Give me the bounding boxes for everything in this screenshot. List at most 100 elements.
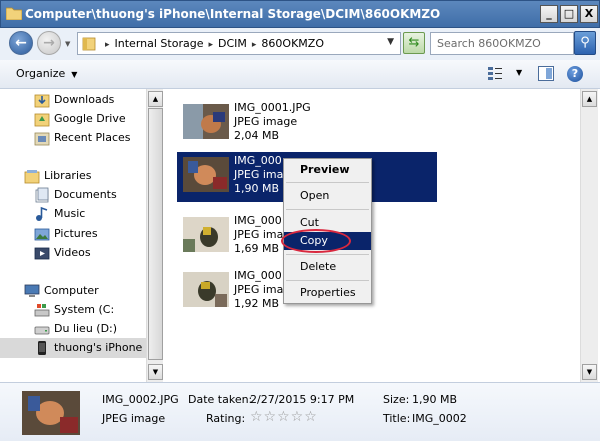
- nav-item-du-lieu-d[interactable]: Du lieu (D:): [0, 319, 146, 339]
- videos-icon: [34, 247, 50, 260]
- nav-item-libraries[interactable]: Libraries: [0, 166, 146, 186]
- pictures-icon: [34, 228, 50, 241]
- downloads-icon: [34, 94, 50, 108]
- breadcrumb-internal-storage[interactable]: Internal Storage: [115, 37, 204, 50]
- nav-item-system-c[interactable]: System (C:: [0, 300, 146, 320]
- nav-label: Recent Places: [54, 131, 131, 144]
- details-title-label: Title:: [383, 412, 411, 425]
- file-size: 2,04 MB: [234, 129, 280, 142]
- computer-icon: [24, 284, 40, 297]
- scroll-down-icon[interactable]: ▼: [148, 364, 163, 380]
- details-title-value[interactable]: IMG_0002: [412, 412, 467, 425]
- file-size: 1,69 MB: [234, 242, 280, 255]
- menu-item-preview[interactable]: Preview: [284, 161, 371, 179]
- back-button[interactable]: ←: [9, 31, 33, 55]
- details-size-value: 1,90 MB: [412, 393, 458, 406]
- nav-label: Google Drive: [54, 112, 126, 125]
- breadcrumb-dcim[interactable]: DCIM: [218, 37, 247, 50]
- back-arrow-icon: ←: [15, 35, 27, 51]
- forward-button[interactable]: →: [37, 31, 61, 55]
- navigation-scrollbar[interactable]: ▲ ▼: [146, 89, 163, 382]
- file-type: JPEG image: [234, 115, 298, 128]
- selection-highlight: [372, 152, 429, 202]
- file-type: JPEG imag: [234, 283, 291, 296]
- drive-c-icon: [34, 304, 50, 317]
- rating-stars-icon[interactable]: ☆☆☆☆☆: [250, 409, 318, 425]
- close-button[interactable]: X: [580, 5, 598, 23]
- folder-icon: [82, 37, 96, 51]
- nav-label: Du lieu (D:): [54, 322, 118, 335]
- nav-item-thuongs-iphone[interactable]: thuong's iPhone: [0, 338, 146, 358]
- scrollbar-thumb[interactable]: [148, 108, 163, 360]
- refresh-icon: ⇆: [408, 35, 420, 50]
- nav-label: System (C:: [54, 303, 115, 316]
- recent-pages-dropdown-icon[interactable]: ▼: [65, 40, 70, 48]
- details-rating-label: Rating:: [206, 412, 246, 425]
- address-row: ← → ▼ ▸ Internal Storage ▸ DCIM ▸ 860OKMZO ▼ …: [0, 28, 600, 60]
- breadcrumb-separator-icon[interactable]: ▸: [252, 40, 257, 50]
- preview-pane-button[interactable]: [538, 66, 554, 81]
- menu-item-delete[interactable]: Delete: [284, 258, 371, 276]
- image-thumbnail: [183, 157, 229, 192]
- details-pane: IMG_0002.JPG JPEG image Date taken: 2/27…: [0, 382, 600, 441]
- nav-label: Videos: [54, 246, 91, 259]
- search-button[interactable]: ⚲: [574, 31, 596, 55]
- breadcrumb-separator-icon[interactable]: ▸: [105, 40, 110, 50]
- scroll-up-icon[interactable]: ▲: [582, 91, 597, 107]
- nav-label: Libraries: [44, 169, 92, 182]
- minimize-button[interactable]: _: [540, 5, 558, 23]
- file-type: JPEG imag: [234, 168, 291, 181]
- details-filetype: JPEG image: [102, 412, 166, 425]
- music-icon: [36, 206, 48, 221]
- nav-item-recent-places[interactable]: Recent Places: [0, 128, 146, 148]
- nav-label: Downloads: [54, 93, 115, 106]
- file-name: IMG_000: [234, 214, 282, 227]
- nav-item-documents[interactable]: Documents: [0, 185, 146, 205]
- image-thumbnail: [183, 272, 229, 307]
- scroll-up-icon[interactable]: ▲: [148, 91, 163, 107]
- view-options-dropdown-icon[interactable]: ▼: [516, 68, 522, 77]
- organize-button[interactable]: Organize ▼: [16, 67, 77, 80]
- scroll-down-icon[interactable]: ▼: [582, 364, 597, 380]
- nav-item-downloads[interactable]: Downloads: [0, 90, 146, 110]
- breadcrumb: ▸ Internal Storage ▸ DCIM ▸ 860OKMZO: [100, 37, 324, 50]
- organize-label: Organize: [16, 67, 66, 80]
- breadcrumb-separator-icon[interactable]: ▸: [208, 40, 213, 50]
- file-item[interactable]: IMG_0001.JPG JPEG image 2,04 MB: [177, 99, 437, 149]
- search-input[interactable]: Search 860OKMZO: [430, 32, 574, 55]
- nav-item-computer[interactable]: Computer: [0, 281, 146, 301]
- file-size: 1,92 MB: [234, 297, 280, 310]
- title-bar: Computer\thuong's iPhone\Internal Storag…: [0, 0, 600, 28]
- file-list: IMG_0001.JPG JPEG image 2,04 MB IMG_000 …: [165, 89, 580, 382]
- details-size-label: Size:: [383, 393, 410, 406]
- chevron-down-icon: ▼: [71, 70, 78, 79]
- nav-item-videos[interactable]: Videos: [0, 243, 146, 263]
- menu-divider: [286, 182, 369, 183]
- menu-item-open[interactable]: Open: [284, 187, 371, 205]
- details-date-label: Date taken:: [188, 393, 253, 406]
- content-scrollbar[interactable]: ▲ ▼: [580, 89, 598, 382]
- address-bar[interactable]: ▸ Internal Storage ▸ DCIM ▸ 860OKMZO ▼: [77, 32, 401, 55]
- image-thumbnail: [183, 104, 229, 139]
- help-button[interactable]: ?: [567, 66, 583, 82]
- nav-item-music[interactable]: Music: [0, 204, 146, 224]
- nav-item-pictures[interactable]: Pictures: [0, 224, 146, 244]
- iphone-icon: [38, 341, 46, 355]
- drive-d-icon: [34, 326, 50, 335]
- libraries-icon: [24, 170, 40, 184]
- refresh-button[interactable]: ⇆: [403, 32, 425, 54]
- file-name: IMG_000: [234, 154, 282, 167]
- search-icon: ⚲: [580, 35, 590, 50]
- nav-label: thuong's iPhone: [54, 341, 143, 354]
- address-dropdown-icon[interactable]: ▼: [387, 37, 394, 47]
- documents-icon: [35, 187, 49, 203]
- window-title: Computer\thuong's iPhone\Internal Storag…: [25, 7, 441, 21]
- nav-item-google-drive[interactable]: Google Drive: [0, 109, 146, 129]
- breadcrumb-860okmzo[interactable]: 860OKMZO: [261, 37, 324, 50]
- nav-label: Music: [54, 207, 86, 220]
- google-drive-icon: [34, 113, 50, 127]
- maximize-button[interactable]: □: [560, 5, 578, 23]
- details-filename: IMG_0002.JPG: [102, 393, 179, 406]
- menu-item-properties[interactable]: Properties: [284, 284, 371, 302]
- change-view-icon[interactable]: [487, 66, 503, 80]
